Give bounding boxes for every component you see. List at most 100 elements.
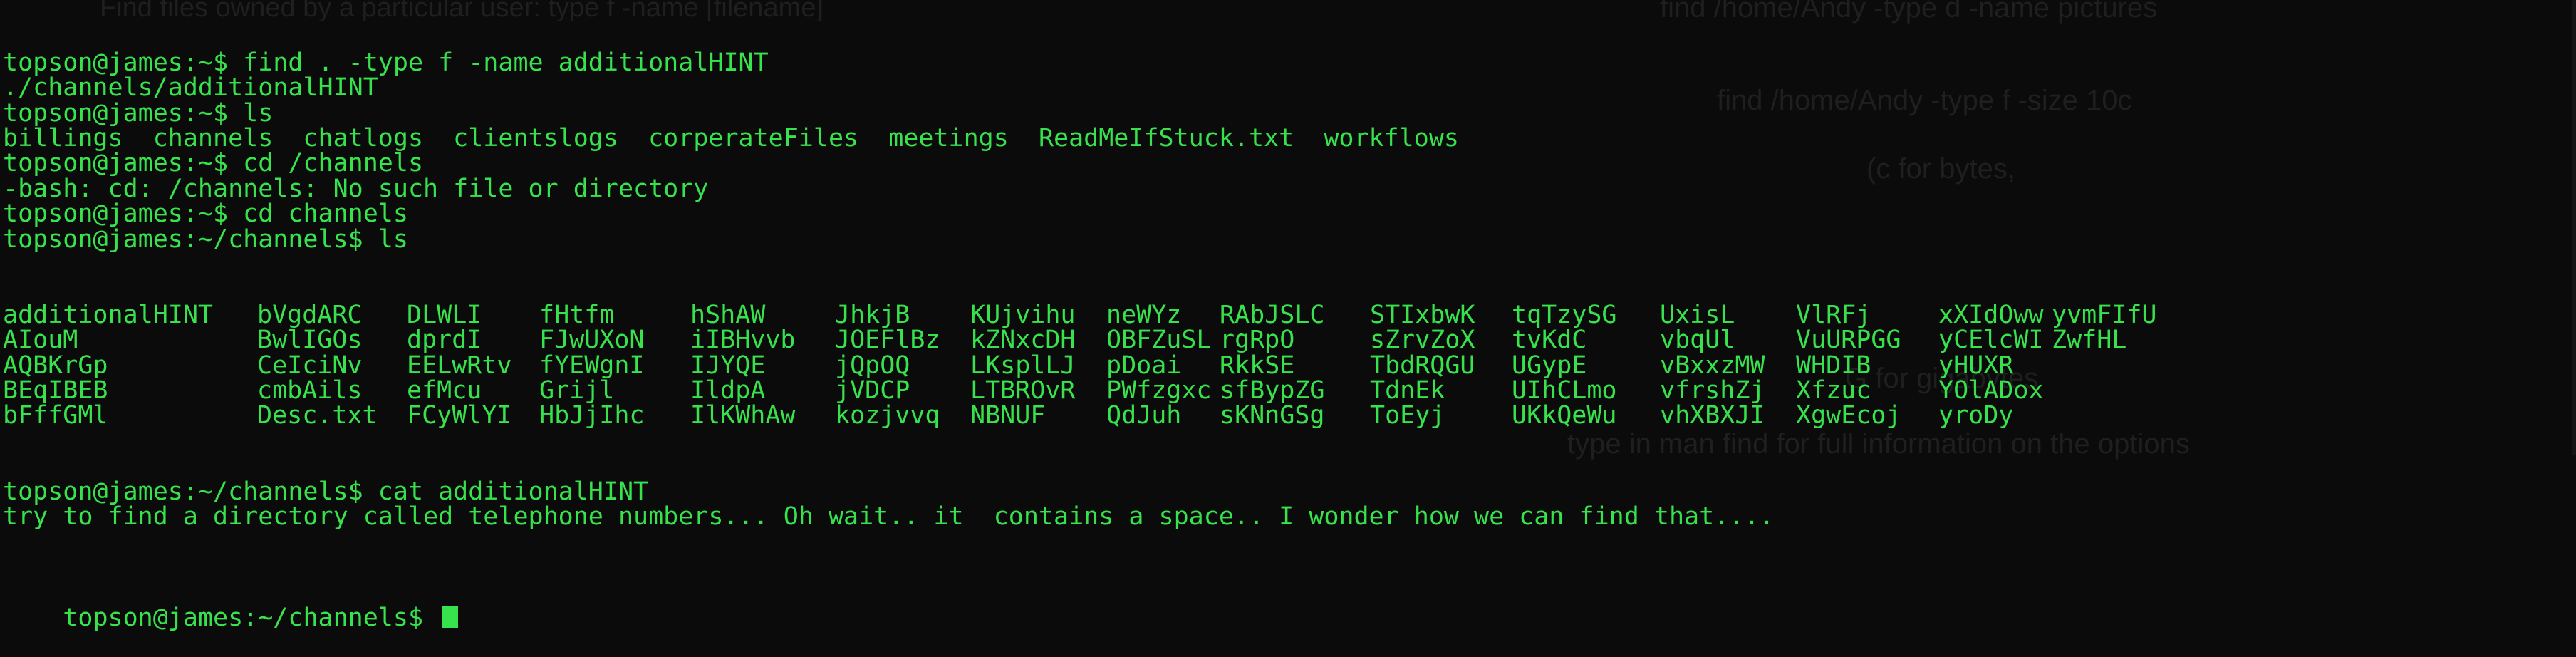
file-entry: TbdRQGU <box>1370 351 1475 380</box>
file-entry: FJwUXoN <box>539 326 645 355</box>
ls-column: DLWLI dprdI EELwRtv efMcu FCyWlYI <box>407 300 539 429</box>
file-entry: UGypE <box>1512 351 1587 380</box>
file-entry: RkkSE <box>1220 351 1295 380</box>
file-entry: TdnEk <box>1370 376 1445 405</box>
file-entry: KUjvihu <box>970 300 1076 329</box>
file-entry: xXIdOww <box>1938 300 2044 329</box>
file-entry: VuURPGG <box>1796 326 1901 355</box>
terminal-history: topson@james:~$ find . -type f -name add… <box>3 48 2173 252</box>
command-text: find . -type f -name additionalHINT <box>243 48 769 77</box>
output-line: ./channels/additionalHINT <box>3 73 378 103</box>
file-entry: sZrvZoX <box>1370 326 1475 355</box>
file-entry: AQBKrGp <box>3 351 108 380</box>
file-entry: ToEyj <box>1370 401 1445 430</box>
file-entry: ZwfHL <box>2052 326 2127 355</box>
file-entry: IlKWhAw <box>690 401 796 430</box>
file-entry: hShAW <box>690 300 766 329</box>
ls-column: STIxbwK sZrvZoX TbdRQGU TdnEk ToEyj <box>1370 300 1512 430</box>
command-line: topson@james:~/channels$ cat additionalH… <box>3 477 2173 506</box>
file-entry: YOlADox <box>1938 376 2044 405</box>
file-entry: kZNxcDH <box>970 326 1076 355</box>
file-entry <box>2052 378 2173 403</box>
command-text: cd /channels <box>243 149 424 178</box>
file-entry: bFffGMl <box>3 401 108 430</box>
file-entry: UxisL <box>1660 300 1735 329</box>
prompt: topson@james:~$ <box>3 200 244 229</box>
file-entry: tqTzySG <box>1512 300 1617 329</box>
ls-column: tqTzySG tvKdC UGypE UIhCLmo UKkQeWu <box>1512 300 1660 430</box>
file-entry: RAbJSLC <box>1220 300 1325 329</box>
file-entry: jVDCP <box>835 376 910 405</box>
command-text: ls <box>378 224 408 254</box>
file-entry <box>2052 353 2173 378</box>
file-entry: sKNnGSg <box>1220 401 1325 430</box>
command-line: topson@james:~$ cd /channels <box>3 151 2173 176</box>
active-prompt-line[interactable]: topson@james:~/channels$ <box>3 580 2173 630</box>
text-cursor <box>442 605 459 628</box>
file-entry: bVgdARC <box>257 300 363 329</box>
file-entry: LTBROvR <box>970 376 1076 405</box>
window-edge <box>2572 0 2576 455</box>
file-entry: LKsplLJ <box>970 351 1076 380</box>
file-entry: DLWLI <box>407 300 482 329</box>
file-entry: additionalHINT <box>3 300 214 329</box>
terminal-window[interactable]: topson@james:~$ find . -type f -name add… <box>3 0 2173 631</box>
ls-column: KUjvihu kZNxcDH LKsplLJ LTBROvR NBNUF <box>970 300 1106 430</box>
file-entry: BwlIGOs <box>257 326 363 355</box>
ls-column: VlRFj VuURPGG WHDIB Xfzuc XgwEcoj <box>1796 302 1938 430</box>
file-entry: HbJjIhc <box>539 401 645 430</box>
file-entry: OBFZuSL <box>1106 326 1212 355</box>
prompt: topson@james:~$ <box>3 149 244 178</box>
file-entry: XgwEcoj <box>1796 401 1901 430</box>
terminal-history-tail: topson@james:~/channels$ cat additionalH… <box>3 477 2173 531</box>
file-entry: sfBypZG <box>1220 376 1325 405</box>
ls-column: neWYz OBFZuSL pDoai PWfzgxc QdJuh <box>1106 302 1220 430</box>
ls-output-grid: additionalHINT AIouM AQBKrGp BEqIBEB bFffGMl… <box>3 300 2173 430</box>
file-entry: CeIciNv <box>257 351 363 380</box>
command-text: ls <box>243 98 274 128</box>
command-line: topson@james:~/channels$ ls <box>3 227 2173 252</box>
file-entry: pDoai <box>1106 351 1182 380</box>
file-entry: yHUXR <box>1938 351 2014 380</box>
file-entry: yroDy <box>1938 401 2014 430</box>
file-entry: yCElcWI <box>1938 326 2044 355</box>
ls-column: yvmFIfU ZwfHL <box>2052 300 2173 429</box>
file-entry: Xfzuc <box>1796 376 1871 405</box>
file-entry: QdJuh <box>1106 401 1182 430</box>
file-entry: AIouM <box>3 326 78 355</box>
file-entry: UIhCLmo <box>1512 376 1617 405</box>
file-entry: fHtfm <box>539 300 615 329</box>
command-text: cd channels <box>243 200 408 229</box>
output-line: try to find a directory called telephone… <box>3 502 1775 531</box>
output-line: billings channels chatlogs clientslogs c… <box>3 123 1459 152</box>
file-entry: NBNUF <box>970 401 1046 430</box>
file-entry: efMcu <box>407 376 482 405</box>
file-entry: dprdI <box>407 326 482 355</box>
file-entry: tvKdC <box>1512 326 1587 355</box>
file-entry: BEqIBEB <box>3 376 108 405</box>
command-line: topson@james:~$ ls <box>3 98 2173 128</box>
file-entry: yvmFIfU <box>2052 300 2157 329</box>
ls-column: hShAW iIBHvvb IJYQE IldpA IlKWhAw <box>690 300 835 430</box>
file-entry: Grijl <box>539 376 615 405</box>
file-entry: UKkQeWu <box>1512 401 1617 430</box>
file-entry: IldpA <box>690 376 766 405</box>
file-entry: vfrshZj <box>1660 376 1765 405</box>
ls-column: additionalHINT AIouM AQBKrGp BEqIBEB bFffGMl <box>3 300 257 430</box>
file-entry: STIxbwK <box>1370 300 1475 329</box>
ls-column: RAbJSLC rgRpO RkkSE sfBypZG sKNnGSg <box>1220 300 1370 430</box>
command-text: cat additionalHINT <box>378 477 649 506</box>
file-entry: JOEFlBz <box>835 326 940 355</box>
file-entry <box>2052 403 2173 428</box>
ls-column: fHtfm FJwUXoN fYEWgnI Grijl HbJjIhc <box>539 300 690 430</box>
file-entry: kozjvvq <box>835 401 940 430</box>
ls-column: JhkjB JOEFlBz jQpOQ jVDCP kozjvvq <box>835 302 970 430</box>
prompt: topson@james:~/channels$ <box>63 603 439 632</box>
file-entry: IJYQE <box>690 351 766 380</box>
ls-column: xXIdOww yCElcWI yHUXR YOlADox yroDy <box>1938 300 2052 430</box>
file-entry: rgRpO <box>1220 326 1295 355</box>
file-entry: Desc.txt <box>257 401 378 430</box>
file-entry: vhXBXJI <box>1660 401 1765 430</box>
ls-column: bVgdARC BwlIGOs CeIciNv cmbAils Desc.txt <box>257 300 407 430</box>
file-entry: EELwRtv <box>407 351 512 380</box>
